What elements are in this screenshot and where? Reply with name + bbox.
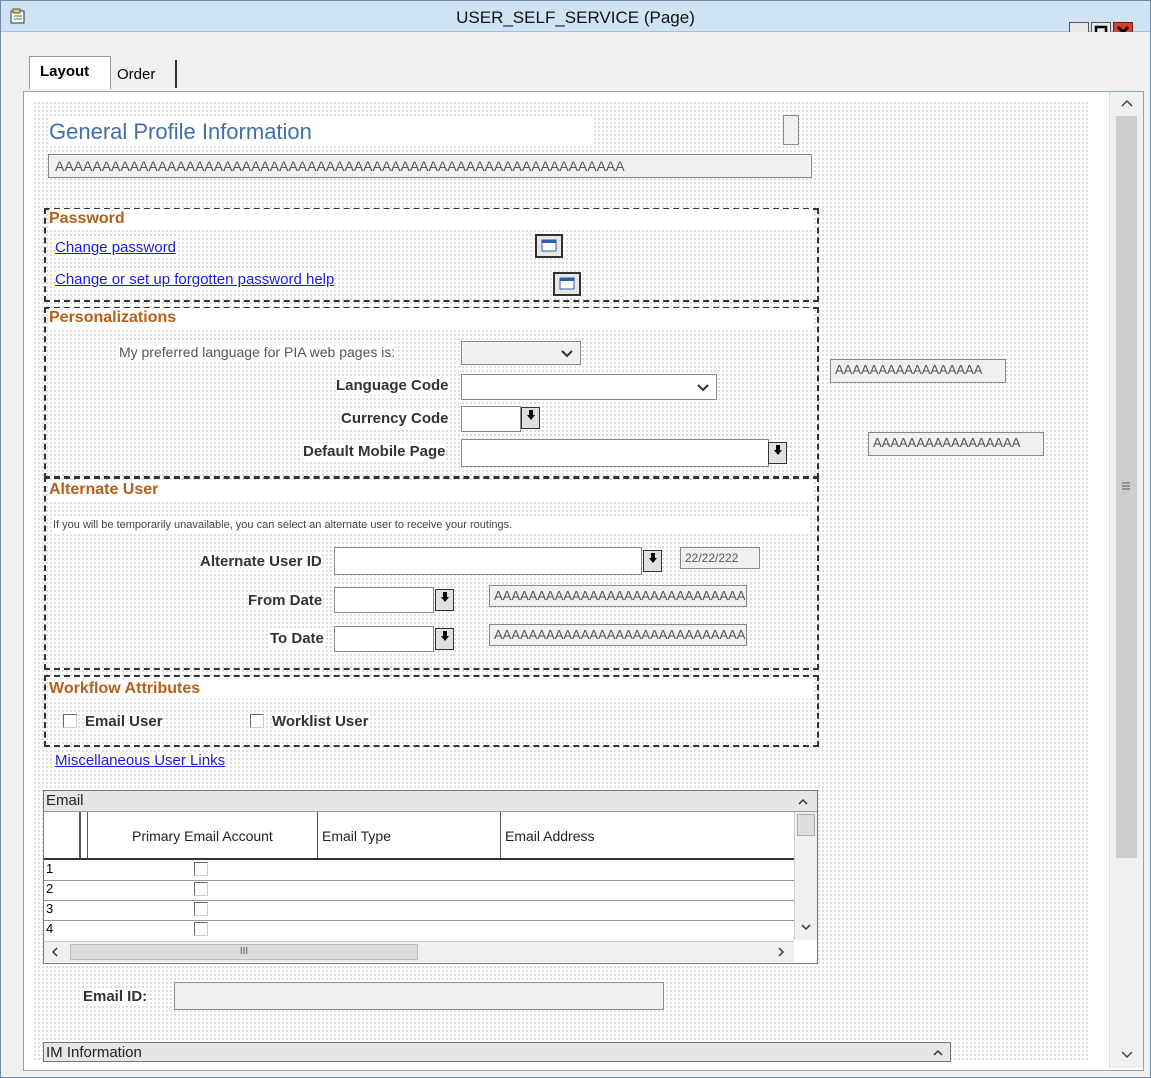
mobile-page-description-field: AAAAAAAAAAAAAAAAA	[868, 432, 1044, 456]
preferred-language-label: My preferred language for PIA web pages …	[119, 343, 396, 361]
to-date-field[interactable]	[334, 626, 434, 652]
preferred-language-select[interactable]	[461, 341, 581, 365]
email-grid-rows: 1 2 3 4	[44, 860, 794, 940]
canvas-vertical-scrollbar[interactable]	[1109, 92, 1143, 1068]
password-section-title: Password	[49, 209, 813, 229]
chevron-down-icon	[561, 350, 573, 358]
change-password-button[interactable]	[535, 234, 563, 258]
email-grid-hscroll[interactable]: III	[44, 941, 794, 962]
tab-order-label: Order	[117, 66, 156, 83]
page-button-icon	[541, 239, 557, 252]
personalizations-section-title: Personalizations	[49, 308, 813, 328]
default-mobile-page-label: Default Mobile Page	[303, 443, 446, 461]
tab-layout-label: Layout	[40, 63, 90, 80]
from-date-description-field: AAAAAAAAAAAAAAAAAAAAAAAAAAAAA	[489, 585, 747, 607]
worklist-user-label: Worklist User	[272, 713, 369, 731]
column-header: Primary Email Account	[132, 828, 273, 844]
table-row: 3	[44, 900, 794, 921]
primary-email-checkbox[interactable]	[194, 922, 208, 936]
page-button-icon	[559, 277, 575, 290]
email-grid: Email Primary Email Account Email Type E…	[43, 790, 818, 964]
alternate-user-section-title: Alternate User	[49, 480, 813, 500]
scroll-thumb[interactable]	[797, 814, 815, 836]
chevron-right-icon[interactable]	[774, 945, 788, 959]
chevron-up-icon[interactable]	[796, 795, 810, 809]
column-header: Email Address	[505, 828, 595, 844]
layout-canvas-frame: General Profile Information AAAAAAAAAAAA…	[23, 91, 1144, 1071]
chevron-left-icon[interactable]	[48, 945, 62, 959]
tab-strip: Layout Order	[1, 32, 1150, 89]
to-date-prompt[interactable]	[435, 628, 454, 650]
grip-icon	[1122, 482, 1130, 490]
worklist-user-checkbox[interactable]	[250, 714, 264, 728]
language-description-field: AAAAAAAAAAAAAAAAA	[830, 359, 1006, 383]
table-row: 1	[44, 860, 794, 881]
row-number: 1	[46, 861, 54, 876]
chevron-down-icon[interactable]	[799, 920, 813, 934]
arrow-down-icon	[440, 592, 449, 602]
workflow-section-title: Workflow Attributes	[49, 679, 813, 699]
from-date-prompt[interactable]	[435, 589, 454, 611]
im-grid-header: IM Information	[43, 1042, 951, 1062]
arrow-down-icon	[648, 553, 657, 563]
header-display-field: AAAAAAAAAAAAAAAAAAAAAAAAAAAAAAAAAAAAAAAA…	[48, 154, 812, 178]
title-bar: USER_SELF_SERVICE (Page)	[1, 1, 1150, 42]
from-date-label: From Date	[248, 592, 323, 610]
forgotten-password-button[interactable]	[553, 272, 581, 296]
alternate-user-date-field: 22/22/222	[680, 547, 760, 569]
alternate-user-id-field[interactable]	[334, 547, 642, 575]
currency-code-prompt[interactable]	[521, 407, 540, 429]
primary-email-checkbox[interactable]	[194, 882, 208, 896]
email-id-field[interactable]	[174, 982, 664, 1010]
row-number: 2	[46, 881, 54, 896]
default-mobile-page-prompt[interactable]	[768, 442, 787, 464]
language-code-select[interactable]	[461, 374, 717, 400]
email-id-label: Email ID:	[83, 988, 148, 1006]
tab-order[interactable]: Order	[111, 60, 177, 88]
column-header: Email Type	[322, 828, 391, 844]
im-grid-title: IM Information	[46, 1044, 142, 1061]
chevron-down-icon[interactable]	[1119, 1047, 1135, 1061]
layout-canvas: General Profile Information AAAAAAAAAAAA…	[33, 101, 1090, 1062]
currency-code-label: Currency Code	[341, 410, 449, 428]
hidden-field-marker[interactable]	[783, 115, 799, 145]
language-code-label: Language Code	[336, 377, 449, 395]
arrow-down-icon	[526, 410, 535, 420]
window-title: USER_SELF_SERVICE (Page)	[456, 8, 695, 27]
scroll-thumb[interactable]: III	[70, 944, 418, 960]
chevron-up-icon[interactable]	[1119, 97, 1135, 111]
page-title: General Profile Information	[49, 118, 594, 146]
email-grid-title: Email	[46, 792, 84, 809]
table-row: 4	[44, 920, 794, 940]
arrow-down-icon	[440, 631, 449, 641]
email-grid-column-header: Primary Email Account Email Type Email A…	[44, 812, 794, 860]
chevron-down-icon	[697, 384, 709, 392]
page-window: USER_SELF_SERVICE (Page) Layout Order Ge…	[0, 0, 1151, 1078]
alternate-user-info-text: If you will be temporarily unavailable, …	[53, 518, 809, 532]
currency-code-field[interactable]	[461, 406, 521, 432]
alternate-user-id-label: Alternate User ID	[200, 553, 322, 571]
change-password-link[interactable]: Change password	[55, 239, 176, 257]
email-grid-header: Email	[44, 791, 817, 812]
row-number: 4	[46, 921, 54, 936]
row-number: 3	[46, 901, 54, 916]
arrow-down-icon	[773, 445, 782, 455]
primary-email-checkbox[interactable]	[194, 902, 208, 916]
default-mobile-page-field[interactable]	[461, 439, 769, 467]
email-grid-vscroll[interactable]	[794, 812, 817, 940]
chevron-up-icon[interactable]	[931, 1046, 945, 1060]
scroll-thumb[interactable]	[1116, 116, 1137, 858]
email-user-label: Email User	[85, 713, 163, 731]
forgotten-password-link[interactable]: Change or set up forgotten password help	[55, 271, 335, 289]
primary-email-checkbox[interactable]	[194, 862, 208, 876]
to-date-description-field: AAAAAAAAAAAAAAAAAAAAAAAAAAAAA	[489, 624, 747, 646]
from-date-field[interactable]	[334, 587, 434, 613]
email-user-checkbox[interactable]	[63, 714, 77, 728]
to-date-label: To Date	[270, 630, 324, 648]
alternate-user-id-prompt[interactable]	[643, 550, 662, 572]
misc-user-links[interactable]: Miscellaneous User Links	[55, 752, 226, 770]
table-row: 2	[44, 880, 794, 901]
tab-layout[interactable]: Layout	[29, 56, 111, 89]
